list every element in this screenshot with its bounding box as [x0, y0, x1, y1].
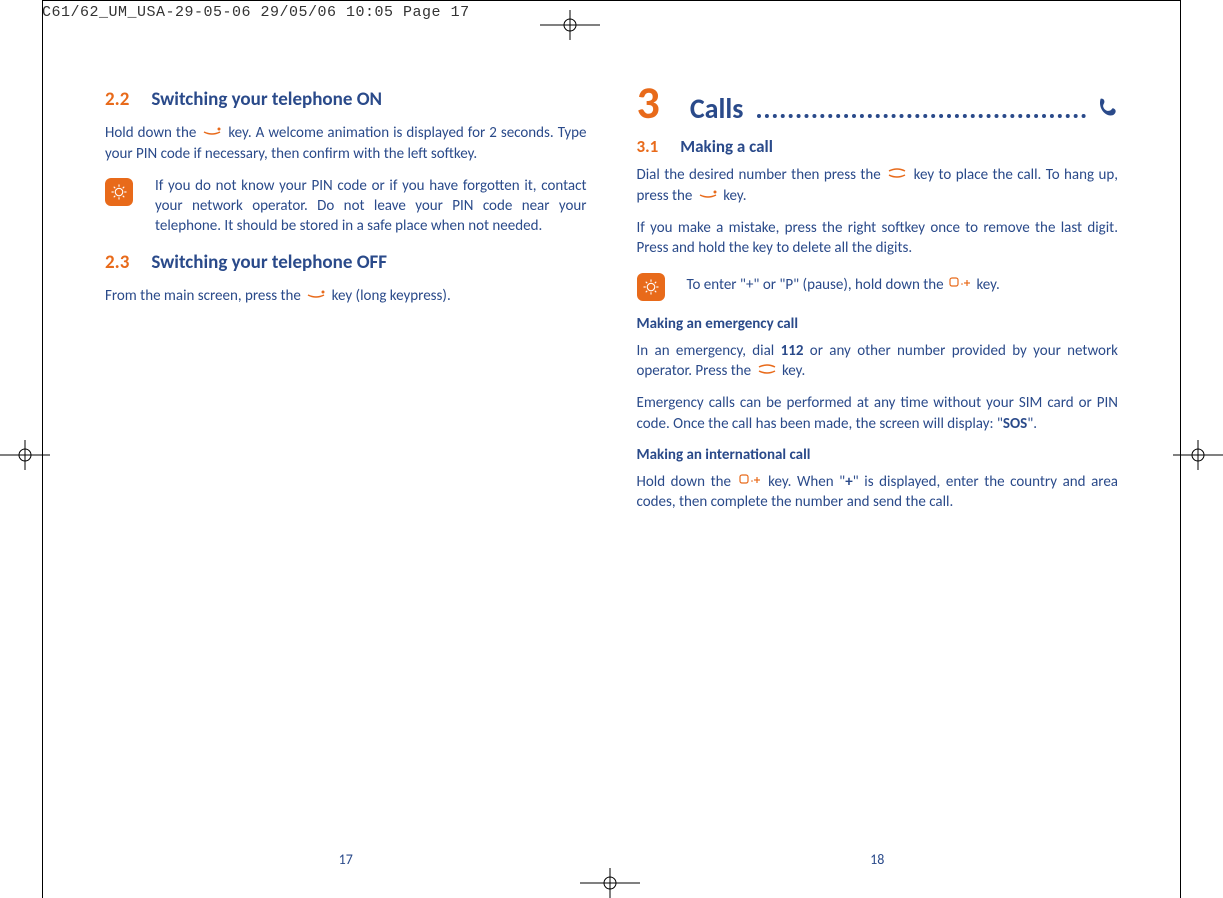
emergency-subhead: Making an emergency call [637, 315, 1119, 333]
note-plus-pause: To enter "+" or "P" (pause), hold down t… [637, 271, 1119, 301]
print-header: C61/62_UM_USA-29-05-06 29/05/06 10:05 Pa… [0, 0, 1223, 21]
end-key-icon [306, 285, 326, 305]
registration-mark-right [1173, 440, 1223, 470]
call-key-icon [887, 164, 907, 184]
section-title: Switching your telephone OFF [151, 251, 387, 274]
emergency-body-1: In an emergency, dial 112 or any other n… [637, 341, 1119, 382]
international-subhead: Making an international call [637, 446, 1119, 464]
chapter-title: Calls [690, 91, 744, 126]
note-pin: If you do not know your PIN code or if y… [105, 176, 587, 237]
section-number: 2.3 [105, 251, 129, 274]
section-3-1-heading: 3.1 Making a call [637, 136, 1119, 157]
lightbulb-icon [637, 273, 665, 301]
zero-plus-key-icon [739, 471, 761, 491]
section-2-2-body: Hold down the key. A welcome animation i… [105, 123, 587, 164]
page-number-right: 18 [612, 851, 1144, 868]
page-right: 3 Calls 3.1 Making a call Dial the desire… [612, 70, 1144, 868]
leader-dots [757, 114, 1086, 118]
phone-icon [1096, 96, 1118, 123]
section-2-3-heading: 2.3 Switching your telephone OFF [105, 251, 587, 274]
page-number-left: 17 [80, 851, 612, 868]
emergency-body-2: Emergency calls can be performed at any … [637, 393, 1119, 434]
emergency-number: 112 [781, 342, 804, 360]
international-body: Hold down the key. When "+" is displayed… [637, 472, 1119, 513]
chapter-heading: 3 Calls [637, 80, 1119, 126]
page-left: 2.2 Switching your telephone ON Hold down… [80, 70, 612, 868]
call-key-icon [757, 360, 777, 380]
registration-mark-top [540, 10, 600, 40]
mistake-body: If you make a mistake, press the right s… [637, 218, 1119, 259]
end-key-icon [698, 185, 718, 205]
chapter-number: 3 [637, 80, 660, 126]
section-2-2-heading: 2.2 Switching your telephone ON [105, 88, 587, 111]
end-key-icon [202, 122, 222, 142]
section-2-3-body: From the main screen, press the key (lon… [105, 286, 587, 307]
section-number: 3.1 [637, 136, 659, 157]
registration-mark-bottom [580, 868, 640, 898]
making-call-body: Dial the desired number then press the k… [637, 165, 1119, 206]
section-title: Making a call [680, 136, 773, 157]
registration-mark-left [0, 440, 50, 470]
lightbulb-icon [105, 178, 133, 206]
zero-plus-key-icon [949, 274, 971, 294]
note-text: To enter "+" or "P" (pause), hold down t… [687, 271, 1119, 296]
note-text: If you do not know your PIN code or if y… [155, 176, 587, 237]
section-title: Switching your telephone ON [151, 88, 382, 111]
sos-label: SOS [1003, 415, 1027, 433]
plus-symbol: + [845, 473, 852, 491]
section-number: 2.2 [105, 88, 129, 111]
crop-line-top [42, 0, 1181, 1]
